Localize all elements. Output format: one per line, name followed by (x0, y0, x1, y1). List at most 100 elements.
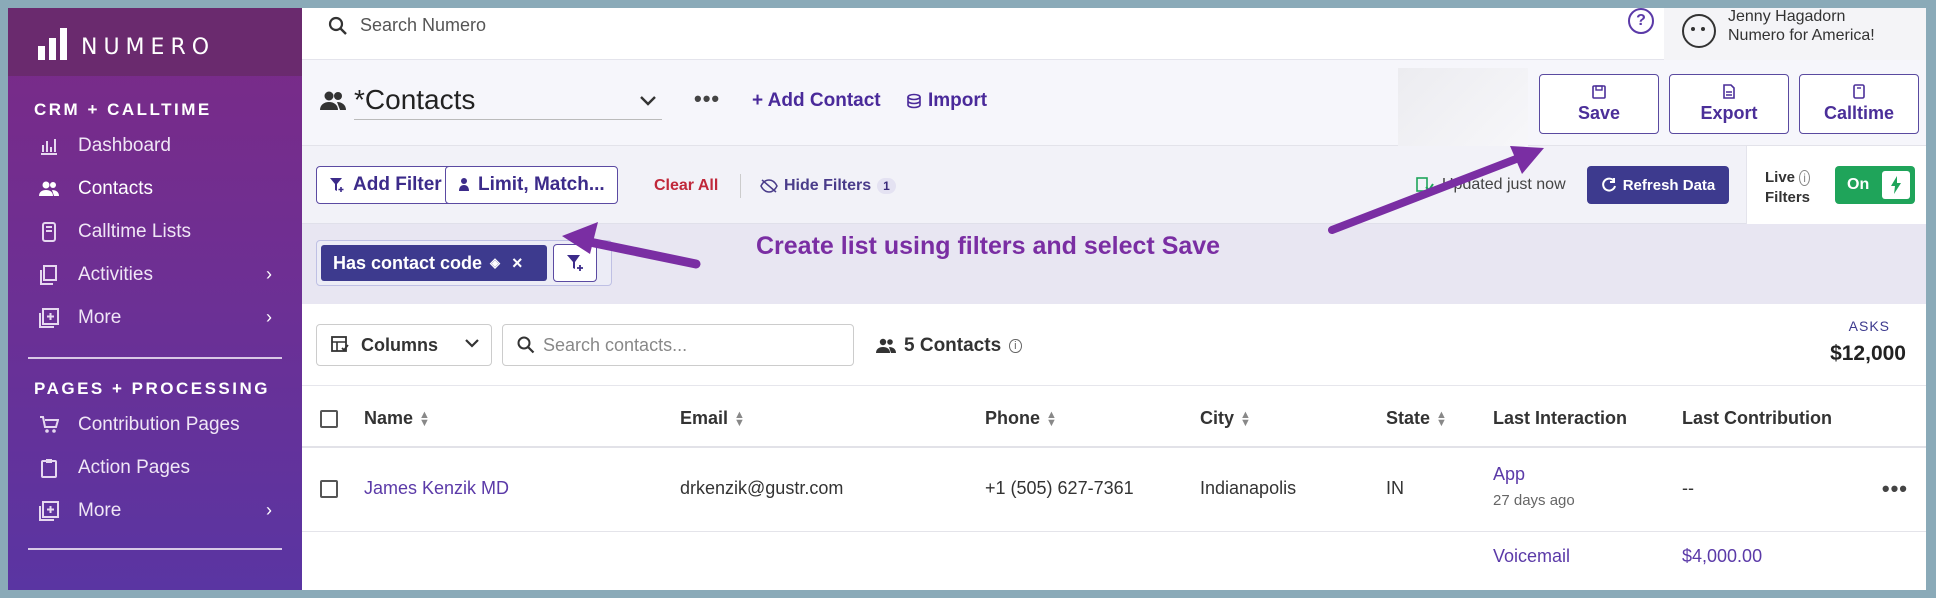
cart-icon (38, 414, 60, 436)
avatar (1682, 14, 1716, 48)
sort-icon: ▲ ▼ (1046, 408, 1057, 429)
filter-chip[interactable]: Has contact code ◈ × (321, 245, 547, 281)
sidebar-item-label: More (78, 306, 122, 328)
logo-mark-icon (38, 24, 67, 60)
calltime-button[interactable]: Calltime (1799, 74, 1919, 134)
column-header-city[interactable]: City ▲ ▼ (1200, 408, 1251, 429)
lightning-icon (1882, 171, 1910, 199)
main-content: Search Numero ? Jenny Hagadorn Numero fo… (302, 8, 1926, 590)
sidebar: NUMERO CRM + CALLTIME Dashboard Contacts (8, 8, 302, 590)
filter-chip-group: Has contact code ◈ × (316, 240, 612, 286)
add-contact-button[interactable]: + Add Contact (752, 90, 881, 112)
last-interaction-time: 27 days ago (1493, 492, 1575, 509)
hide-filters-button[interactable]: Hide Filters 1 (760, 177, 896, 195)
select-all-checkbox[interactable] (320, 410, 338, 428)
add-filter-button[interactable]: Add Filter (316, 166, 455, 204)
row-checkbox[interactable] (320, 480, 338, 498)
columns-label: Columns (361, 334, 439, 355)
column-label: Email (680, 408, 729, 428)
refresh-label: Refresh Data (1622, 176, 1716, 194)
plus-box-icon (38, 307, 60, 329)
contact-email: drkenzik@gustr.com (680, 478, 844, 498)
last-contribution-link[interactable]: $4,000.00 (1682, 546, 1762, 567)
last-interaction-link[interactable]: Voicemail (1493, 546, 1570, 567)
help-icon[interactable]: ? (1628, 8, 1654, 34)
people-icon (876, 338, 896, 353)
contact-name-link[interactable]: James Kenzik MD (364, 478, 509, 499)
sidebar-item-contacts[interactable]: Contacts (8, 167, 302, 210)
sort-icon: ▲ ▼ (734, 408, 745, 429)
plus-box-icon (38, 500, 60, 522)
sidebar-item-action-pages[interactable]: Action Pages (8, 446, 302, 489)
column-label: City (1200, 408, 1235, 428)
last-interaction-link[interactable]: App (1493, 464, 1525, 485)
hide-filters-label: Hide Filters (784, 177, 872, 194)
import-button[interactable]: Import (906, 90, 987, 112)
close-icon[interactable]: × (512, 253, 523, 274)
sidebar-item-dashboard[interactable]: Dashboard (8, 124, 302, 167)
import-icon (907, 93, 921, 109)
contact-city: Indianapolis (1200, 478, 1297, 498)
columns-select[interactable]: Columns (316, 324, 492, 366)
columns-icon (331, 336, 349, 352)
export-button[interactable]: Export (1669, 74, 1789, 134)
refresh-icon (1601, 177, 1616, 192)
add-contact-label: + Add Contact (752, 90, 881, 111)
column-header-state[interactable]: State ▲ ▼ (1386, 408, 1447, 429)
clear-all-button[interactable]: Clear All (654, 177, 718, 195)
live-filters: Live i Filters On (1746, 146, 1926, 224)
asks-label: ASKS (1848, 318, 1890, 334)
refresh-data-button[interactable]: Refresh Data (1587, 166, 1729, 204)
contacts-search-placeholder: Search contacts... (543, 334, 688, 355)
chevron-right-icon: › (266, 307, 272, 327)
sidebar-item-contribution-pages[interactable]: Contribution Pages (8, 403, 302, 446)
filter-chip-label: Has contact code (333, 252, 483, 273)
sidebar-item-label: Contacts (78, 177, 153, 199)
logo[interactable]: NUMERO (8, 8, 302, 76)
asks-value: $12,000 (1830, 342, 1906, 365)
filter-plus-icon (330, 178, 344, 192)
search-icon (517, 336, 535, 354)
save-button[interactable]: Save (1539, 74, 1659, 134)
chevron-down-icon (465, 335, 479, 353)
column-header-name[interactable]: Name ▲ ▼ (364, 408, 430, 429)
column-header-phone[interactable]: Phone ▲ ▼ (985, 408, 1057, 429)
check-list-icon (1416, 177, 1434, 192)
sidebar-item-label: Calltime Lists (78, 220, 191, 242)
last-contribution: -- (1682, 478, 1694, 498)
global-search-input[interactable]: Search Numero (360, 15, 486, 36)
info-icon[interactable]: i (1009, 339, 1022, 353)
eye-off-icon (760, 179, 778, 193)
limit-match-button[interactable]: Limit, Match... (445, 166, 618, 204)
sidebar-item-calltime-lists[interactable]: Calltime Lists (8, 210, 302, 253)
sidebar-item-more-crm[interactable]: More › (8, 296, 302, 339)
list-header: *Contacts ••• + Add Contact Import Save … (302, 60, 1926, 152)
live-label-line2: Filters (1765, 189, 1811, 206)
search-icon (328, 16, 347, 35)
live-filters-toggle[interactable]: On (1835, 166, 1915, 204)
document-icon (1723, 84, 1735, 99)
column-header-last-interaction[interactable]: Last Interaction (1493, 408, 1627, 429)
table-toolbar: Columns Search contacts... 5 Contacts i … (302, 304, 1926, 386)
table-row[interactable]: Voicemail $4,000.00 (302, 532, 1926, 572)
user-menu[interactable]: Jenny Hagadorn Numero for America! (1664, 8, 1926, 60)
global-search[interactable]: Search Numero (302, 15, 486, 36)
logo-text: NUMERO (81, 34, 216, 60)
table-row[interactable]: James Kenzik MD drkenzik@gustr.com +1 (5… (302, 448, 1926, 532)
add-filter-label: Add Filter (353, 174, 442, 195)
list-name-select[interactable]: *Contacts (354, 80, 662, 120)
info-icon: i (1799, 170, 1810, 186)
chevron-right-icon: › (266, 264, 272, 284)
column-header-last-contribution[interactable]: Last Contribution (1682, 408, 1832, 429)
contacts-count-label: 5 Contacts (904, 335, 1002, 356)
more-options-icon[interactable]: ••• (694, 86, 720, 112)
row-actions-icon[interactable]: ••• (1882, 476, 1908, 502)
sidebar-item-more-pages[interactable]: More › (8, 489, 302, 532)
user-name: Jenny Hagadorn (1728, 8, 1846, 25)
sidebar-item-activities[interactable]: Activities › (8, 253, 302, 296)
section-title-pages: PAGES + PROCESSING (34, 379, 270, 398)
contacts-search-input[interactable]: Search contacts... (502, 324, 854, 366)
sort-icon: ▲ ▼ (419, 408, 430, 429)
column-header-email[interactable]: Email ▲ ▼ (680, 408, 745, 429)
add-filter-icon-button[interactable] (553, 244, 597, 282)
